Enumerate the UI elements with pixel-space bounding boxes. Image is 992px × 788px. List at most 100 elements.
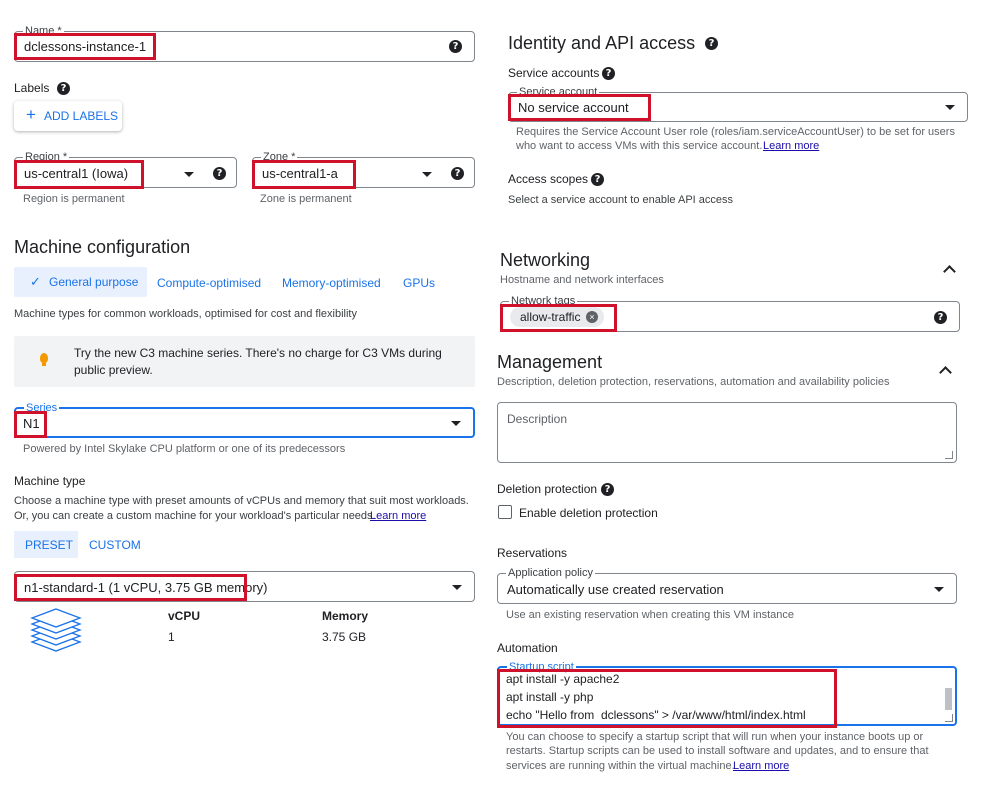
info-banner-text: Try the new C3 machine series. There's n… — [74, 346, 442, 377]
machine-type-desc: Choose a machine type with preset amount… — [14, 495, 469, 507]
application-policy-select[interactable]: Application policy Automatically use cre… — [497, 566, 957, 604]
info-banner: Try the new C3 machine series. There's n… — [14, 336, 475, 387]
tab-general-purpose[interactable]: ✓ General purpose — [14, 267, 147, 297]
service-account-label: Service account — [517, 85, 600, 99]
name-field[interactable]: Name * dclessons-instance-1 ? — [14, 24, 475, 62]
service-account-select[interactable]: Service account No service account — [508, 85, 968, 122]
stack-icon — [30, 608, 82, 652]
networking-subtitle: Hostname and network interfaces — [500, 274, 664, 286]
help-icon[interactable]: ? — [934, 311, 947, 324]
series-hint: Powered by Intel Skylake CPU platform or… — [23, 443, 346, 455]
region-value: us-central1 (Iowa) — [24, 166, 129, 181]
zone-value: us-central1-a — [262, 166, 338, 181]
tab-gpus[interactable]: GPUs — [403, 276, 435, 290]
startup-script-learn-more[interactable]: Learn more — [733, 759, 789, 773]
startup-script-note: You can choose to specify a startup scri… — [506, 731, 924, 743]
caret-down-icon — [184, 172, 194, 177]
script-line: apt install -y apache2 — [506, 672, 620, 686]
caret-down-icon — [934, 587, 944, 592]
series-label: Series — [24, 401, 60, 415]
caret-down-icon — [451, 421, 461, 426]
plus-icon: + — [26, 105, 36, 124]
lightbulb-base — [42, 363, 46, 366]
caret-down-icon — [945, 105, 955, 110]
management-subtitle: Description, deletion protection, reserv… — [497, 376, 890, 388]
check-icon: ✓ — [30, 274, 41, 289]
machine-type-select[interactable]: n1-standard-1 (1 vCPU, 3.75 GB memory) — [14, 571, 475, 602]
machine-type-learn-more[interactable]: Learn more — [370, 509, 426, 523]
add-labels-label: ADD LABELS — [44, 109, 119, 123]
access-scopes-note: Select a service account to enable API a… — [508, 194, 734, 206]
access-scopes-title: Access scopes — [508, 172, 589, 186]
custom-tab[interactable]: CUSTOM — [89, 538, 141, 552]
description-textarea[interactable]: Description — [497, 402, 957, 463]
description-placeholder: Description — [507, 412, 568, 426]
add-labels-button[interactable]: + ADD LABELS — [14, 101, 122, 131]
service-account-learn-more[interactable]: Learn more — [763, 139, 819, 153]
machine-type-value: n1-standard-1 (1 vCPU, 3.75 GB memory) — [24, 580, 268, 595]
region-label: Region * — [23, 150, 70, 164]
machine-type-title: Machine type — [14, 474, 86, 488]
help-icon[interactable]: ? — [602, 67, 615, 80]
service-accounts-title: Service accounts — [508, 66, 600, 80]
clear-icon[interactable]: × — [586, 311, 598, 323]
tab-label: General purpose — [49, 275, 139, 289]
name-label: Name * — [23, 24, 64, 38]
tab-compute-optimised[interactable]: Compute-optimised — [157, 276, 261, 290]
labels-title: Labels — [14, 81, 50, 95]
machine-config-title: Machine configuration — [14, 237, 191, 257]
caret-down-icon — [422, 172, 432, 177]
script-line: apt install -y php — [506, 690, 594, 704]
memory-header: Memory — [322, 609, 369, 623]
automation-title: Automation — [497, 641, 558, 655]
startup-script-note-3: services are running within the virtual … — [506, 760, 735, 772]
name-value: dclessons-instance-1 — [24, 39, 147, 54]
chevron-up-icon[interactable] — [943, 265, 956, 278]
help-icon[interactable]: ? — [213, 167, 226, 180]
chevron-up-icon[interactable] — [939, 366, 952, 379]
tab-description: Machine types for common workloads, opti… — [14, 308, 357, 320]
application-policy-value: Automatically use created reservation — [507, 582, 724, 597]
script-line: echo "Hello from dclessons" > /var/www/h… — [506, 708, 806, 722]
help-icon[interactable]: ? — [451, 167, 464, 180]
caret-down-icon — [452, 585, 462, 590]
vcpu-header: vCPU — [168, 609, 201, 623]
help-icon[interactable]: ? — [601, 483, 614, 496]
zone-select[interactable]: Zone * us-central1-a ? — [252, 150, 475, 188]
help-icon[interactable]: ? — [57, 82, 70, 95]
series-value: N1 — [23, 416, 40, 431]
scrollbar[interactable] — [945, 688, 952, 710]
lightbulb-icon — [40, 353, 48, 363]
help-icon[interactable]: ? — [705, 37, 718, 50]
application-policy-label: Application policy — [506, 566, 595, 580]
tag-chip[interactable]: allow-traffic × — [510, 307, 604, 327]
tag-chip-label: allow-traffic — [520, 310, 581, 324]
zone-label: Zone * — [261, 150, 298, 164]
series-select[interactable]: Series N1 — [14, 401, 475, 438]
region-select[interactable]: Region * us-central1 (Iowa) ? — [14, 150, 237, 188]
networking-title: Networking — [500, 250, 591, 270]
service-account-note-2: who want to access VMs with this service… — [516, 140, 763, 152]
tab-memory-optimised[interactable]: Memory-optimised — [282, 276, 381, 290]
deletion-protection-label: Enable deletion protection — [519, 506, 658, 520]
machine-type-desc-2: Or, you can create a custom machine for … — [14, 510, 376, 522]
service-account-value: No service account — [518, 100, 629, 115]
help-icon[interactable]: ? — [449, 40, 462, 53]
memory-value: 3.75 GB — [322, 630, 367, 644]
deletion-protection-checkbox[interactable] — [498, 505, 512, 519]
preset-tab[interactable]: PRESET — [14, 531, 78, 558]
resize-icon[interactable] — [945, 451, 953, 459]
help-icon[interactable]: ? — [591, 173, 604, 186]
network-tags-label: Network tags — [509, 294, 578, 308]
vcpu-value: 1 — [168, 630, 175, 644]
region-hint: Region is permanent — [23, 193, 125, 205]
management-title: Management — [497, 352, 603, 372]
network-tags-field[interactable]: Network tags allow-traffic × ? — [500, 294, 960, 332]
service-account-note: Requires the Service Account User role (… — [516, 126, 955, 138]
resize-icon[interactable] — [945, 714, 953, 722]
zone-hint: Zone is permanent — [260, 193, 352, 205]
application-policy-note: Use an existing reservation when creatin… — [506, 609, 794, 621]
startup-script-textarea[interactable]: Startup script apt install -y apache2 ap… — [497, 660, 957, 726]
reservations-title: Reservations — [497, 546, 568, 560]
preset-label: PRESET — [25, 538, 74, 552]
